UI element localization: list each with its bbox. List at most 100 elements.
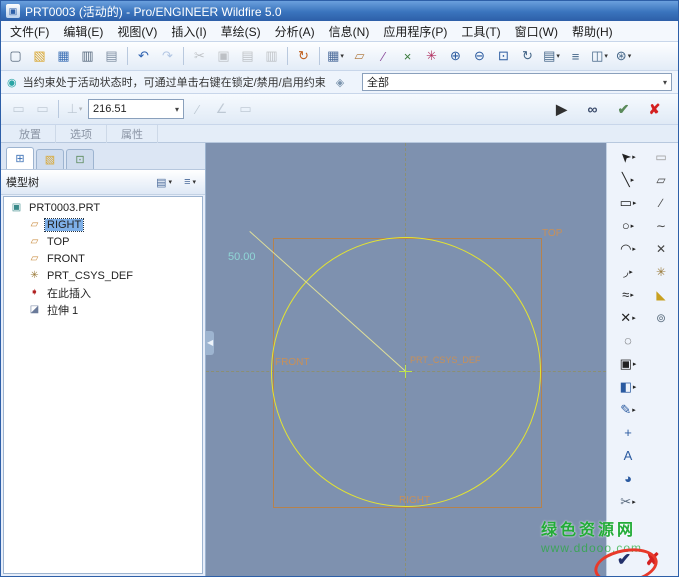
undo-button[interactable]: ↶ — [132, 45, 155, 68]
dimension-label[interactable]: 50.00 — [228, 251, 256, 263]
zoom-out-button[interactable]: ⊖ — [468, 45, 491, 68]
tree-item-insert-here-label: 在此插入 — [45, 285, 93, 301]
fillet-tool[interactable]: ◞▸ — [609, 260, 647, 283]
menu-tools[interactable]: 工具(T) — [454, 21, 507, 42]
menu-file[interactable]: 文件(F) — [3, 21, 56, 42]
csys-tool[interactable]: ✳ — [647, 261, 675, 282]
saved-views-button[interactable]: ▤▾ — [540, 45, 563, 68]
flyout-arrow-icon[interactable]: ▸ — [629, 268, 633, 276]
refit-button[interactable]: ⊡ — [492, 45, 515, 68]
modify-tool[interactable]: ✎▸ — [609, 398, 647, 421]
datum-point-tool[interactable]: ✕▸ — [609, 306, 647, 329]
sketch-done-button[interactable]: ✔ — [617, 550, 631, 570]
palette-tool[interactable]: ◕ — [609, 467, 647, 490]
dimension-left-group: ▭▭⊥▾ — [7, 98, 86, 121]
select-box-icon: ▭ — [655, 150, 666, 164]
perimeter-dimension-tool[interactable]: ▣▸ — [609, 352, 647, 375]
tree-item-front[interactable]: ▱FRONT — [4, 250, 202, 267]
datum-plane-display-toggle[interactable]: ▱ — [348, 45, 371, 68]
trim-tool[interactable]: ✂▸ — [609, 490, 647, 513]
tree-show-icon: ▤ — [156, 176, 166, 189]
flyout-arrow-icon[interactable]: ▸ — [633, 360, 637, 368]
zoom-in-button[interactable]: ⊕ — [444, 45, 467, 68]
flyout-arrow-icon[interactable]: ▸ — [631, 222, 635, 230]
save-file-button[interactable]: ▦ — [52, 45, 75, 68]
datum-point-display-toggle[interactable]: × — [396, 45, 419, 68]
resume-button[interactable]: ▶ — [550, 98, 573, 121]
regenerate-button[interactable]: ↻ — [292, 45, 315, 68]
menu-analysis[interactable]: 分析(A) — [268, 21, 322, 42]
feature-cancel-button[interactable]: ✘ — [643, 98, 666, 121]
sketch-cancel-button[interactable]: ✘ — [645, 550, 659, 570]
tab-placement: 放置 — [5, 125, 56, 143]
menu-sketch[interactable]: 草绘(S) — [214, 21, 268, 42]
selection-filter-button[interactable]: ▦▾ — [324, 45, 347, 68]
flyout-arrow-icon[interactable]: ▸ — [632, 245, 636, 253]
modify-icon: ✎ — [620, 402, 631, 418]
sketch-canvas[interactable]: 50.00 TOP FRONT PRT_CSYS_DEF RIGHT ◀ — [206, 143, 606, 576]
dimension-value-combo[interactable]: 216.51 ▾ — [88, 99, 184, 119]
centerline-tool[interactable]: ▱ — [647, 169, 675, 190]
tree-item-csys[interactable]: ✳PRT_CSYS_DEF — [4, 267, 202, 284]
flyout-arrow-icon[interactable]: ▸ — [631, 176, 635, 184]
csys-display-toggle[interactable]: ✳ — [420, 45, 443, 68]
rectangle-tool[interactable]: ▭▸ — [609, 191, 647, 214]
use-edge-tool[interactable]: ◣ — [647, 284, 675, 305]
menu-insert[interactable]: 插入(I) — [164, 21, 213, 42]
tree-settings-button[interactable]: ≡▾ — [180, 172, 200, 192]
tree-item-extrude-1[interactable]: ◪拉伸 1 — [4, 301, 202, 318]
chevron-down-icon: ▾ — [79, 105, 83, 113]
datum-plane-icon: ▱ — [28, 236, 41, 247]
reorient-button[interactable]: ↻ — [516, 45, 539, 68]
line-tool[interactable]: ╲▸ — [609, 168, 647, 191]
arc-tool[interactable]: ◠▸ — [609, 237, 647, 260]
spline-tool[interactable]: ≈▸ — [609, 283, 647, 306]
print-button[interactable]: ▥ — [76, 45, 99, 68]
flyout-arrow-icon[interactable]: ▸ — [632, 314, 636, 322]
flyout-arrow-icon[interactable]: ▸ — [632, 406, 636, 414]
flyout-arrow-icon[interactable]: ▸ — [630, 291, 634, 299]
menu-applications[interactable]: 应用程序(P) — [376, 21, 454, 42]
panel-collapse-handle[interactable]: ◀ — [206, 331, 214, 355]
conic-arc-tool[interactable]: ∼ — [647, 215, 675, 236]
menu-edit[interactable]: 编辑(E) — [56, 21, 110, 42]
tree-item-top[interactable]: ▱TOP — [4, 233, 202, 250]
constraint-filter-combo[interactable]: 全部 ▾ — [362, 73, 672, 91]
tree-show-button[interactable]: ▤▾ — [152, 172, 176, 192]
menu-window[interactable]: 窗口(W) — [508, 21, 565, 42]
flyout-arrow-icon[interactable]: ▸ — [633, 383, 637, 391]
navigator-tab-folder-browser[interactable]: ▧ — [36, 149, 64, 169]
layers-button[interactable]: ≡ — [564, 45, 587, 68]
display-style-button[interactable]: ◫▾ — [588, 45, 611, 68]
circle-tool[interactable]: ○▸ — [609, 214, 647, 237]
datum-display-button[interactable]: ⊛▾ — [612, 45, 635, 68]
tree-item-right[interactable]: ▱RIGHT — [4, 216, 202, 233]
navigator-tab-favorites[interactable]: ⊡ — [66, 149, 94, 169]
feature-ok-button[interactable]: ✔ — [612, 98, 635, 121]
window-body: ⊞▧⊡ 模型树 ▤▾≡▾ ▣PRT0003.PRT▱RIGHT▱TOP▱FRON… — [1, 143, 678, 576]
toolbar-separator — [58, 100, 59, 118]
datum-axis-display-toggle[interactable]: ∕ — [372, 45, 395, 68]
select-tool[interactable]: ➤▸ — [609, 145, 647, 168]
menu-info[interactable]: 信息(N) — [322, 21, 377, 42]
slash-constraint-icon: ∕ — [196, 102, 198, 117]
tree-item-prt0003[interactable]: ▣PRT0003.PRT — [4, 199, 202, 216]
oblique-line-tool[interactable]: ∕ — [647, 192, 675, 213]
print-preview-button[interactable]: ▤ — [100, 45, 123, 68]
menu-help[interactable]: 帮助(H) — [565, 21, 620, 42]
open-file-button[interactable]: ▧ — [28, 45, 51, 68]
dimension-tool[interactable]: ◌ — [609, 329, 647, 352]
text-tool[interactable]: A — [609, 444, 647, 467]
constraint-tool[interactable]: + — [609, 421, 647, 444]
offset-edge-tool[interactable]: ⊚ — [647, 307, 675, 328]
flyout-arrow-icon[interactable]: ▸ — [632, 498, 636, 506]
tree-item-insert-here[interactable]: ➧在此插入 — [4, 284, 202, 301]
flyout-arrow-icon[interactable]: ▸ — [633, 199, 637, 207]
navigator-tab-model-tree[interactable]: ⊞ — [6, 147, 34, 169]
point-tool[interactable]: ✕ — [647, 238, 675, 259]
menu-view[interactable]: 视图(V) — [110, 21, 164, 42]
preview-button[interactable]: ∞ — [581, 98, 604, 121]
new-file-button[interactable]: ▢ — [4, 45, 27, 68]
mirror-tool[interactable]: ◧▸ — [609, 375, 647, 398]
select-box-tool[interactable]: ▭ — [647, 146, 675, 167]
